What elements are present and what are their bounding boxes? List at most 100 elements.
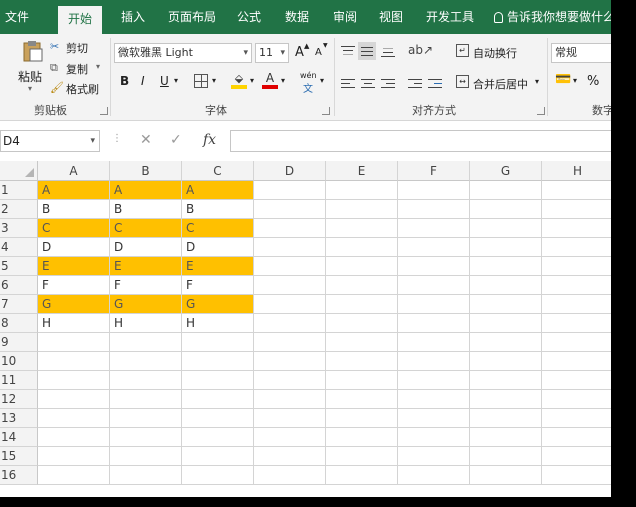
cell-C16[interactable]	[182, 466, 254, 485]
decrease-font-button[interactable]: A	[315, 47, 322, 58]
cell-H2[interactable]	[542, 200, 611, 219]
underline-dropdown-icon[interactable]: ▾	[174, 76, 178, 85]
cell-B15[interactable]	[110, 447, 182, 466]
cancel-icon[interactable]: ✕	[140, 132, 152, 148]
cell-E12[interactable]	[326, 390, 398, 409]
cell-G8[interactable]	[470, 314, 542, 333]
cell-G14[interactable]	[470, 428, 542, 447]
row-header[interactable]: 1	[0, 181, 38, 200]
cell-D9[interactable]	[254, 333, 326, 352]
row-header[interactable]: 8	[0, 314, 38, 333]
cell-F7[interactable]	[398, 295, 470, 314]
cell-H5[interactable]	[542, 257, 611, 276]
column-header[interactable]: H	[542, 161, 611, 181]
tab-8[interactable]: 开发工具	[426, 0, 474, 34]
cell-A5[interactable]: E	[38, 257, 110, 276]
paste-icon[interactable]	[20, 40, 44, 62]
cell-G6[interactable]	[470, 276, 542, 295]
cell-H7[interactable]	[542, 295, 611, 314]
cell-A14[interactable]	[38, 428, 110, 447]
cell-B1[interactable]: A	[110, 181, 182, 200]
cell-D12[interactable]	[254, 390, 326, 409]
phonetic-button[interactable]: wén	[300, 71, 317, 80]
row-header[interactable]: 10	[0, 352, 38, 371]
align-top-icon[interactable]	[341, 45, 355, 57]
cell-E15[interactable]	[326, 447, 398, 466]
row-header[interactable]: 12	[0, 390, 38, 409]
align-middle-icon[interactable]	[358, 42, 376, 60]
cell-A2[interactable]: B	[38, 200, 110, 219]
fill-color-dropdown-icon[interactable]: ▾	[250, 76, 254, 85]
cell-E9[interactable]	[326, 333, 398, 352]
cell-H15[interactable]	[542, 447, 611, 466]
select-all-button[interactable]	[0, 161, 38, 181]
cell-A9[interactable]	[38, 333, 110, 352]
row-header[interactable]: 6	[0, 276, 38, 295]
format-painter-icon[interactable]: 🖌	[50, 81, 64, 94]
column-header[interactable]: D	[254, 161, 326, 181]
merge-center-icon[interactable]: ↔	[456, 75, 469, 88]
format-painter-button[interactable]: 格式刷	[66, 81, 99, 97]
tab-1[interactable]: 开始	[58, 6, 103, 34]
cell-B6[interactable]: F	[110, 276, 182, 295]
cell-D5[interactable]	[254, 257, 326, 276]
cell-A6[interactable]: F	[38, 276, 110, 295]
cell-D7[interactable]	[254, 295, 326, 314]
column-header[interactable]: G	[470, 161, 542, 181]
column-header[interactable]: A	[38, 161, 110, 181]
cell-A10[interactable]	[38, 352, 110, 371]
cell-G13[interactable]	[470, 409, 542, 428]
decrease-indent-icon[interactable]	[408, 78, 422, 90]
cell-F12[interactable]	[398, 390, 470, 409]
cell-G7[interactable]	[470, 295, 542, 314]
cell-G3[interactable]	[470, 219, 542, 238]
enter-icon[interactable]: ✓	[170, 132, 182, 148]
cell-B13[interactable]	[110, 409, 182, 428]
paste-dropdown-icon[interactable]: ▾	[28, 84, 32, 93]
cut-icon[interactable]: ✂	[50, 40, 59, 53]
cell-F5[interactable]	[398, 257, 470, 276]
paste-button[interactable]: 粘贴	[18, 68, 42, 85]
cell-D3[interactable]	[254, 219, 326, 238]
number-format-select[interactable]: 常规	[551, 43, 611, 63]
cell-G15[interactable]	[470, 447, 542, 466]
row-header[interactable]: 2	[0, 200, 38, 219]
cell-H8[interactable]	[542, 314, 611, 333]
cell-E2[interactable]	[326, 200, 398, 219]
cell-B9[interactable]	[110, 333, 182, 352]
row-header[interactable]: 15	[0, 447, 38, 466]
cell-C9[interactable]	[182, 333, 254, 352]
cell-H4[interactable]	[542, 238, 611, 257]
cell-B3[interactable]: C	[110, 219, 182, 238]
cell-G10[interactable]	[470, 352, 542, 371]
cell-E3[interactable]	[326, 219, 398, 238]
name-box[interactable]: D4 ▾	[0, 130, 100, 152]
italic-button[interactable]: I	[141, 74, 145, 88]
cell-E7[interactable]	[326, 295, 398, 314]
row-header[interactable]: 3	[0, 219, 38, 238]
cell-C7[interactable]: G	[182, 295, 254, 314]
cell-B7[interactable]: G	[110, 295, 182, 314]
cell-D1[interactable]	[254, 181, 326, 200]
cell-H14[interactable]	[542, 428, 611, 447]
tab-3[interactable]: 页面布局	[168, 0, 216, 34]
cell-G12[interactable]	[470, 390, 542, 409]
cell-H11[interactable]	[542, 371, 611, 390]
underline-button[interactable]: U	[160, 74, 169, 88]
cell-C14[interactable]	[182, 428, 254, 447]
cell-E16[interactable]	[326, 466, 398, 485]
formula-input[interactable]	[230, 130, 611, 152]
cell-F16[interactable]	[398, 466, 470, 485]
cell-G4[interactable]	[470, 238, 542, 257]
wrap-text-button[interactable]: 自动换行	[473, 45, 517, 61]
align-bottom-icon[interactable]	[381, 45, 395, 57]
cell-G2[interactable]	[470, 200, 542, 219]
copy-button[interactable]: 复制	[66, 61, 88, 77]
cell-D8[interactable]	[254, 314, 326, 333]
cell-A12[interactable]	[38, 390, 110, 409]
cell-E6[interactable]	[326, 276, 398, 295]
cell-F4[interactable]	[398, 238, 470, 257]
cell-C3[interactable]: C	[182, 219, 254, 238]
column-header[interactable]: C	[182, 161, 254, 181]
cell-C13[interactable]	[182, 409, 254, 428]
